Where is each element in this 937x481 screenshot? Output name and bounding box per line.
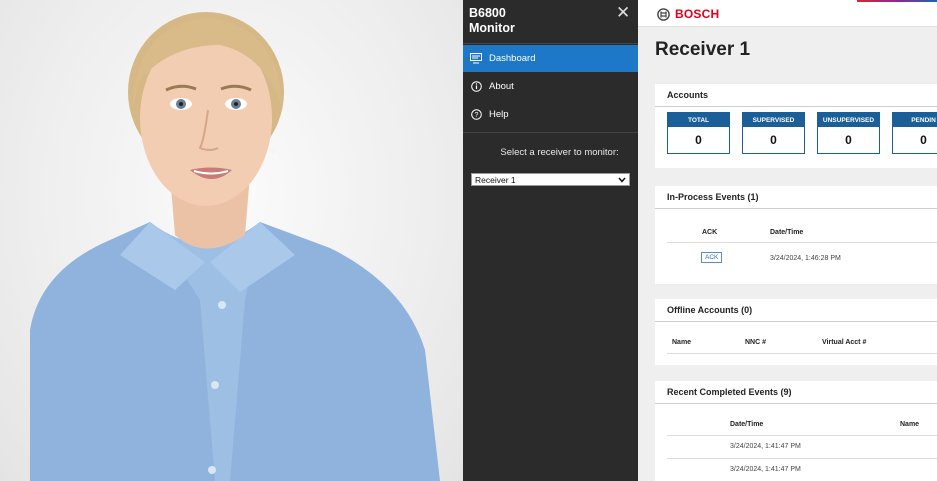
presenter-video [0,0,463,481]
app-title-line2: Monitor [469,21,515,35]
brand-name: BOSCH [675,7,720,21]
receiver-select[interactable]: Receiver 1 [471,173,630,186]
column-header-name: Name [900,421,920,428]
sidebar-item-label: Dashboard [489,53,536,64]
top-bar: BOSCH [638,0,937,27]
stat-label: SUPERVISED [743,113,804,127]
column-header-nnc: NNC # [745,339,767,346]
sidebar-item-help[interactable]: ? Help [463,101,638,128]
completed-heading: Recent Completed Events (9) [655,381,937,404]
svg-text:?: ? [474,112,478,119]
in-process-events-card: In-Process Events (1) ACK Date/Time ACK … [655,186,937,284]
divider [667,435,937,436]
close-icon[interactable]: ✕ [616,4,630,22]
stat-pending: PENDIN 0 [892,112,937,154]
stat-label: TOTAL [668,113,729,127]
event-datetime: 3/24/2024, 1:46:28 PM [770,255,841,262]
receiver-prompt: Select a receiver to monitor: [500,147,619,158]
accounts-card: Accounts TOTAL 0 SUPERVISED 0 UNSUPERVIS… [655,84,937,168]
info-icon [470,81,482,93]
page-title: Receiver 1 [655,39,751,60]
app-title: B6800 Monitor [469,6,559,36]
column-header-datetime: Date/Time [770,229,804,236]
table-row: 3/24/2024, 1:41:47 PM [730,466,801,473]
stat-value: 0 [845,133,852,147]
stat-value: 0 [920,133,927,147]
sidebar-item-label: Help [489,109,509,120]
in-process-heading: In-Process Events (1) [655,186,937,209]
sidebar: B6800 Monitor ✕ Dashboard About ? Help S… [463,0,638,481]
sidebar-item-label: About [489,81,514,92]
brand-stripe [857,0,937,2]
column-header-ack: ACK [702,229,718,236]
completed-events-card: Recent Completed Events (9) Date/Time Na… [655,381,937,481]
stat-total: TOTAL 0 [667,112,730,154]
receiver-select-value: Receiver 1 [475,174,516,185]
divider [667,458,937,459]
stat-unsupervised: UNSUPERVISED 0 [817,112,880,154]
chevron-down-icon [618,175,626,185]
accounts-heading: Accounts [655,84,937,107]
stat-value: 0 [770,133,777,147]
divider [463,43,638,44]
app-title-line1: B6800 [469,6,506,20]
bosch-logo: BOSCH [657,7,719,21]
column-header-name: Name [672,339,692,346]
column-header-virtual-acct: Virtual Acct # [822,339,867,346]
offline-accounts-card: Offline Accounts (0) Name NNC # Virtual … [655,299,937,365]
ack-button[interactable]: ACK [701,252,723,263]
help-icon: ? [470,109,482,121]
table-row: 3/24/2024, 1:41:47 PM [730,443,801,450]
sidebar-item-dashboard[interactable]: Dashboard [463,45,638,72]
stat-label: PENDIN [893,113,937,127]
bosch-armature-icon [657,7,670,21]
main-content: BOSCH Receiver 1 Accounts TOTAL 0 SUPERV… [638,0,937,481]
divider [463,132,638,133]
stat-label: UNSUPERVISED [818,113,879,127]
presenter-illustration [30,12,440,481]
sidebar-item-about[interactable]: About [463,73,638,100]
offline-heading: Offline Accounts (0) [655,299,937,322]
divider [667,353,937,354]
monitor-icon [470,53,482,65]
divider [667,242,937,243]
column-header-datetime: Date/Time [730,421,764,428]
stat-supervised: SUPERVISED 0 [742,112,805,154]
stat-value: 0 [695,133,702,147]
